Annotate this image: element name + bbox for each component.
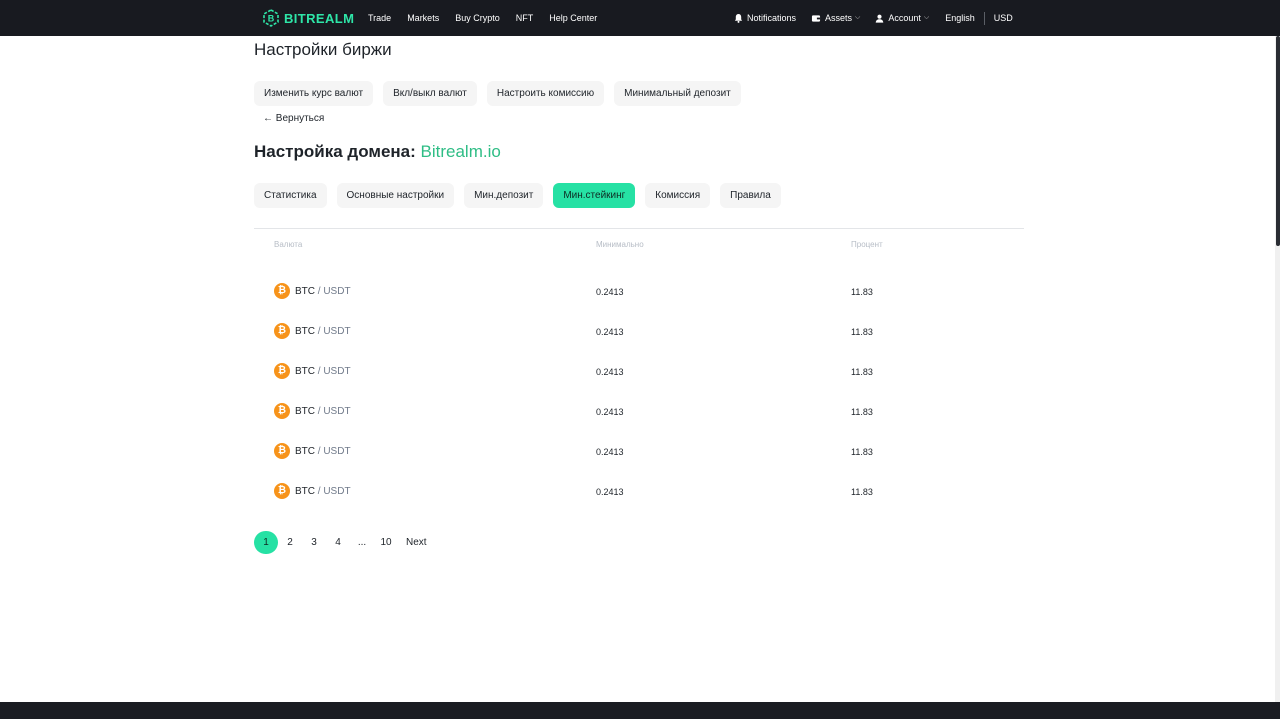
pair-quote: / USDT	[315, 406, 351, 417]
table-row[interactable]: ₿ BTC / USDT 0.2413 11.83	[254, 480, 1024, 502]
bell-icon	[734, 13, 743, 23]
next-page-button[interactable]: Next	[398, 531, 435, 554]
back-link[interactable]: ← Вернуться	[263, 113, 324, 124]
change-rates-button[interactable]: Изменить курс валют	[254, 81, 374, 106]
currency-pair: BTC / USDT	[295, 446, 351, 457]
domain-tabs: Статистика Основные настройки Мин.депози…	[254, 183, 791, 208]
table-row[interactable]: ₿ BTC / USDT 0.2413 11.83	[254, 280, 1024, 302]
table-row[interactable]: ₿ BTC / USDT 0.2413 11.83	[254, 360, 1024, 382]
column-header-currency: Валюта	[274, 240, 303, 249]
chevron-down-icon: ⌵	[923, 14, 930, 21]
minimum-value: 0.2413	[596, 367, 624, 377]
user-icon	[876, 14, 884, 23]
tab-min-staking[interactable]: Мин.стейкинг	[553, 183, 636, 208]
percent-value: 11.83	[851, 367, 873, 377]
column-header-minimum: Минимально	[596, 240, 644, 249]
tab-general-settings[interactable]: Основные настройки	[336, 183, 455, 208]
page-2-button[interactable]: 2	[278, 531, 302, 554]
pair-base: BTC	[295, 366, 315, 377]
currency-pair: BTC / USDT	[295, 486, 351, 497]
minimum-value: 0.2413	[596, 487, 624, 497]
table-row[interactable]: ₿ BTC / USDT 0.2413 11.83	[254, 320, 1024, 342]
currency-selector[interactable]: USD	[994, 13, 1013, 23]
pair-base: BTC	[295, 486, 315, 497]
minimum-value: 0.2413	[596, 407, 624, 417]
pair-base: BTC	[295, 406, 315, 417]
percent-value: 11.83	[851, 407, 873, 417]
tab-rules[interactable]: Правила	[720, 183, 781, 208]
nav-markets[interactable]: Markets	[407, 13, 439, 23]
bitcoin-icon: ₿	[274, 483, 290, 499]
pair-quote: / USDT	[315, 446, 351, 457]
page-10-button[interactable]: 10	[374, 531, 398, 554]
footer-bar	[0, 702, 1280, 719]
nav-nft[interactable]: NFT	[516, 13, 534, 23]
page-scrollbar-thumb[interactable]	[1276, 36, 1280, 246]
nav-trade[interactable]: Trade	[368, 13, 391, 23]
currency-pair: BTC / USDT	[295, 286, 351, 297]
tab-statistics[interactable]: Статистика	[254, 183, 327, 208]
bitcoin-icon: ₿	[274, 443, 290, 459]
table-row[interactable]: ₿ BTC / USDT 0.2413 11.83	[254, 440, 1024, 462]
account-menu[interactable]: Account ⌵	[875, 13, 929, 23]
main-nav: Trade Markets Buy Crypto NFT Help Center	[368, 0, 613, 36]
currency-pair: BTC / USDT	[295, 366, 351, 377]
pair-quote: / USDT	[315, 366, 351, 377]
toggle-currencies-button[interactable]: Вкл/выкл валют	[383, 81, 477, 106]
page-1-button[interactable]: 1	[254, 531, 278, 554]
nav-divider	[983, 11, 985, 25]
bitcoin-icon: ₿	[274, 323, 290, 339]
pagination: 1 2 3 4 ... 10 Next	[254, 531, 435, 554]
minimum-value: 0.2413	[596, 327, 624, 337]
top-navbar: B BITREALM Trade Markets Buy Crypto NFT …	[0, 0, 1280, 36]
pair-base: BTC	[295, 326, 315, 337]
assets-label: Assets	[825, 13, 853, 23]
assets-menu[interactable]: Assets ⌵	[811, 13, 860, 23]
pair-quote: / USDT	[315, 286, 351, 297]
configure-commission-button[interactable]: Настроить комиссию	[486, 81, 605, 106]
tab-commission[interactable]: Комиссия	[645, 183, 711, 208]
domain-name: Bitrealm.io	[420, 142, 501, 161]
bitcoin-icon: ₿	[274, 363, 290, 379]
percent-value: 11.83	[851, 287, 873, 297]
user-nav: Notifications Assets ⌵ Account ⌵ English…	[734, 0, 1013, 36]
domain-title: Настройка домена: Bitrealm.io	[254, 142, 501, 162]
bitcoin-icon: ₿	[274, 403, 290, 419]
wallet-icon	[811, 14, 821, 22]
percent-value: 11.83	[851, 327, 873, 337]
column-header-percent: Процент	[851, 240, 883, 249]
table-row[interactable]: ₿ BTC / USDT 0.2413 11.83	[254, 400, 1024, 422]
nav-help-center[interactable]: Help Center	[549, 13, 597, 23]
tab-min-deposit[interactable]: Мин.депозит	[464, 183, 544, 208]
logo-text: BITREALM	[284, 10, 355, 26]
svg-text:B: B	[268, 14, 275, 24]
account-label: Account	[888, 13, 921, 23]
minimum-value: 0.2413	[596, 447, 624, 457]
notifications-label: Notifications	[747, 13, 797, 23]
brand-logo[interactable]: B BITREALM	[262, 9, 354, 27]
bitrealm-logo-icon: B	[262, 9, 280, 27]
nav-buy-crypto[interactable]: Buy Crypto	[455, 13, 500, 23]
language-selector[interactable]: English	[945, 13, 975, 23]
page-3-button[interactable]: 3	[302, 531, 326, 554]
minimum-deposit-button[interactable]: Минимальный депозит	[614, 81, 741, 106]
notifications-button[interactable]: Notifications	[734, 13, 796, 23]
page-4-button[interactable]: 4	[326, 531, 350, 554]
percent-value: 11.83	[851, 487, 873, 497]
page-title: Настройки биржи	[254, 40, 392, 59]
pagination-ellipsis: ...	[357, 537, 367, 548]
pair-quote: / USDT	[315, 486, 351, 497]
currency-pair: BTC / USDT	[295, 406, 351, 417]
pair-quote: / USDT	[315, 326, 351, 337]
currency-pair: BTC / USDT	[295, 326, 351, 337]
pair-base: BTC	[295, 286, 315, 297]
minimum-value: 0.2413	[596, 287, 624, 297]
pair-base: BTC	[295, 446, 315, 457]
exchange-actions: Изменить курс валют Вкл/выкл валют Настр…	[254, 81, 751, 106]
domain-title-prefix: Настройка домена:	[254, 142, 421, 161]
bitcoin-icon: ₿	[274, 283, 290, 299]
chevron-down-icon: ⌵	[855, 14, 861, 21]
percent-value: 11.83	[851, 447, 873, 457]
table-divider	[254, 228, 1024, 229]
